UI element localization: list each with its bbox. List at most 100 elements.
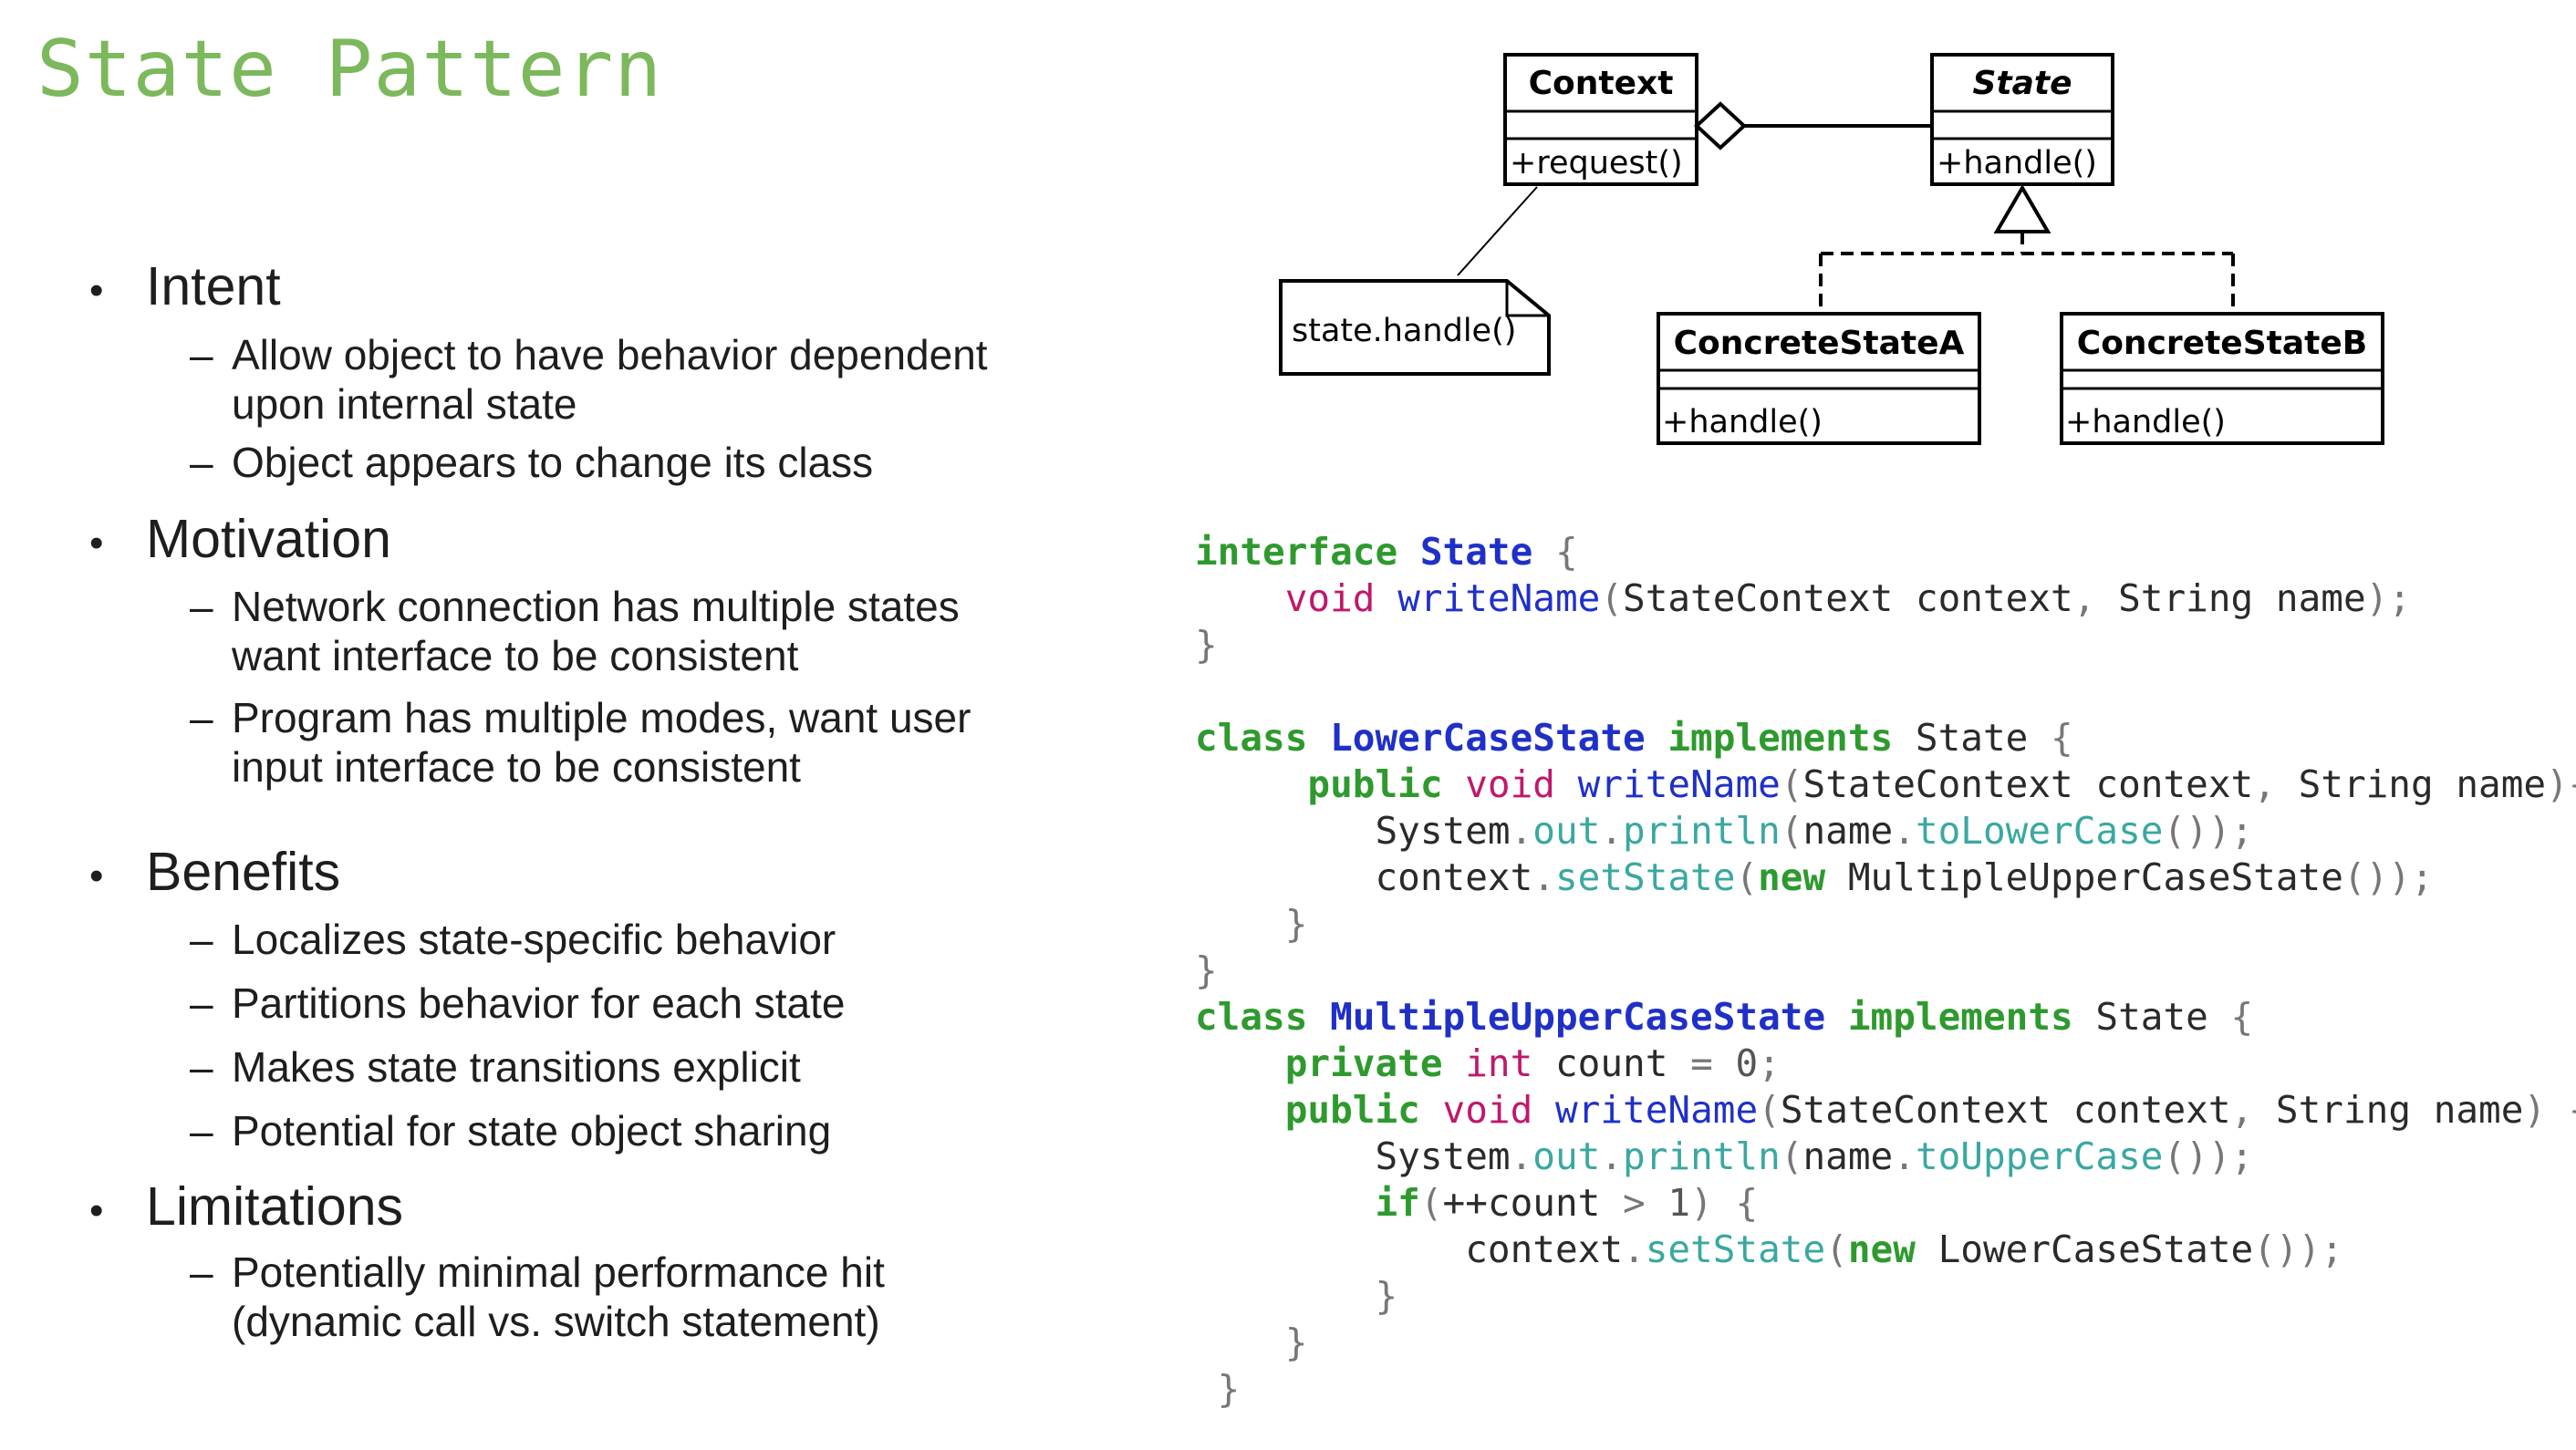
- code-token: class: [1195, 995, 1308, 1039]
- code-token: implements: [1847, 995, 2073, 1039]
- code-token: }: [1195, 1274, 1398, 1318]
- bullet-item-text: Potential for state object sharing: [232, 1107, 832, 1155]
- concrete-a-name: ConcreteStateA: [1674, 325, 1965, 362]
- code-token: name: [1802, 809, 1894, 853]
- code-line: context.setState(new MultipleUpperCaseSt…: [1195, 854, 2434, 901]
- bullet-item-text: Object appears to change its class: [232, 439, 874, 486]
- code-token: LowerCaseState: [1330, 716, 1646, 760]
- item-dash: –: [190, 439, 213, 486]
- code-token: void: [1284, 576, 1376, 620]
- code-token: .: [1510, 809, 1533, 853]
- code-token: {: [1532, 530, 1578, 574]
- code-token: ());: [2342, 855, 2434, 899]
- item-dash: –: [190, 1107, 213, 1155]
- state-method: +handle(): [1937, 145, 2097, 181]
- concrete-b-method: +handle(): [2065, 404, 2226, 440]
- bullet-item-text: Potentially minimal performance hit: [232, 1248, 885, 1296]
- code-token: StateContext context: [1802, 762, 2254, 806]
- code-token: ,: [2253, 762, 2276, 806]
- code-line: public void writeName(StateContext conte…: [1195, 761, 2576, 808]
- code-token: StateContext context: [1780, 1088, 2231, 1132]
- note-text: state.handle(): [1292, 313, 1516, 349]
- code-token: String name: [2253, 1088, 2524, 1132]
- uml-class-context: Context +request(): [1503, 53, 1698, 186]
- section-heading-limitations: Limitations: [146, 1176, 404, 1237]
- code-token: }: [1195, 902, 1308, 946]
- bullet-item-text: (dynamic call vs. switch statement): [232, 1298, 880, 1345]
- bullet-item-text: Makes state transitions explicit: [232, 1043, 801, 1091]
- code-token: (: [1600, 576, 1624, 620]
- code-token: println: [1623, 1134, 1781, 1178]
- bullet-list: • Intent – Allow object to have behavior de…: [0, 0, 1131, 1450]
- code-token: .: [1623, 1227, 1646, 1271]
- code-token: System: [1195, 1134, 1511, 1178]
- code-token: >: [1623, 1181, 1646, 1225]
- uml-class-state: State +handle(): [1930, 53, 2114, 186]
- item-dash: –: [190, 583, 213, 630]
- code-token: setState: [1645, 1227, 1826, 1271]
- code-token: String name: [2095, 576, 2366, 620]
- code-line: }: [1195, 1366, 1241, 1413]
- realization-arrow: [1819, 184, 2235, 312]
- item-dash: –: [190, 916, 213, 963]
- code-token: context: [1195, 1227, 1623, 1271]
- section-bullet: •: [89, 1188, 104, 1233]
- code-token: context: [1195, 855, 1533, 899]
- code-token: (: [1735, 855, 1759, 899]
- code-token: println: [1623, 809, 1781, 853]
- code-token: (: [1419, 1181, 1443, 1225]
- code-line: System.out.println(name.toUpperCase());: [1195, 1134, 2253, 1180]
- code-line: }: [1195, 948, 1218, 994]
- code-token: }: [1195, 948, 1218, 992]
- aggregation-diamond: [1694, 101, 1747, 150]
- code-line: }: [1195, 1320, 1308, 1366]
- section-heading-benefits: Benefits: [146, 842, 341, 902]
- code-token: toUpperCase: [1915, 1134, 2164, 1178]
- bullet-item-text: Localizes state-specific behavior: [232, 916, 836, 963]
- code-token: .: [1510, 1134, 1533, 1178]
- code-token: State: [1893, 716, 2051, 760]
- code-line: private int count = 0;: [1195, 1041, 1781, 1087]
- code-token: }: [1195, 1321, 1308, 1364]
- code-token: =: [1690, 1041, 1713, 1085]
- code-token: new: [1847, 1227, 1916, 1271]
- context-class-name: Context: [1529, 65, 1674, 102]
- code-token: State: [2072, 995, 2231, 1039]
- code-line: }: [1195, 901, 1308, 948]
- code-token: void: [1465, 762, 1555, 806]
- code-token: (: [1780, 1134, 1803, 1178]
- code-token: out: [1532, 1134, 1601, 1178]
- code-line: void writeName(StateContext context, Str…: [1195, 575, 2411, 622]
- code-line: System.out.println(name.toLowerCase());: [1195, 808, 2253, 854]
- code-token: void: [1442, 1088, 1533, 1132]
- code-token: ());: [2163, 1134, 2254, 1178]
- code-token: 0: [1712, 1041, 1759, 1085]
- concrete-b-name: ConcreteStateB: [2077, 325, 2367, 362]
- code-token: ) {: [2523, 1088, 2576, 1132]
- section-heading-motivation: Motivation: [146, 509, 391, 569]
- bullet-item-text: Program has multiple modes, want user: [232, 694, 971, 741]
- section-bullet: •: [89, 521, 104, 565]
- code-token: public: [1284, 1088, 1420, 1132]
- code-token: LowerCaseState: [1915, 1227, 2254, 1271]
- code-token: .: [1600, 809, 1624, 853]
- bullet-item-text: input interface to be consistent: [232, 743, 801, 791]
- code-listing: interface State { void writeName(StateCo…: [1195, 529, 2576, 1423]
- uml-class-concrete-state-a: ConcreteStateA +handle(): [1657, 312, 1981, 445]
- concrete-a-method: +handle(): [1662, 404, 1823, 440]
- code-token: (: [1780, 762, 1803, 806]
- code-token: writeName: [1397, 576, 1601, 620]
- bullet-item-text: Allow object to have behavior dependent: [232, 331, 988, 378]
- code-token: toLowerCase: [1915, 809, 2164, 853]
- code-token: new: [1758, 855, 1826, 899]
- code-line: public void writeName(StateContext conte…: [1195, 1087, 2576, 1134]
